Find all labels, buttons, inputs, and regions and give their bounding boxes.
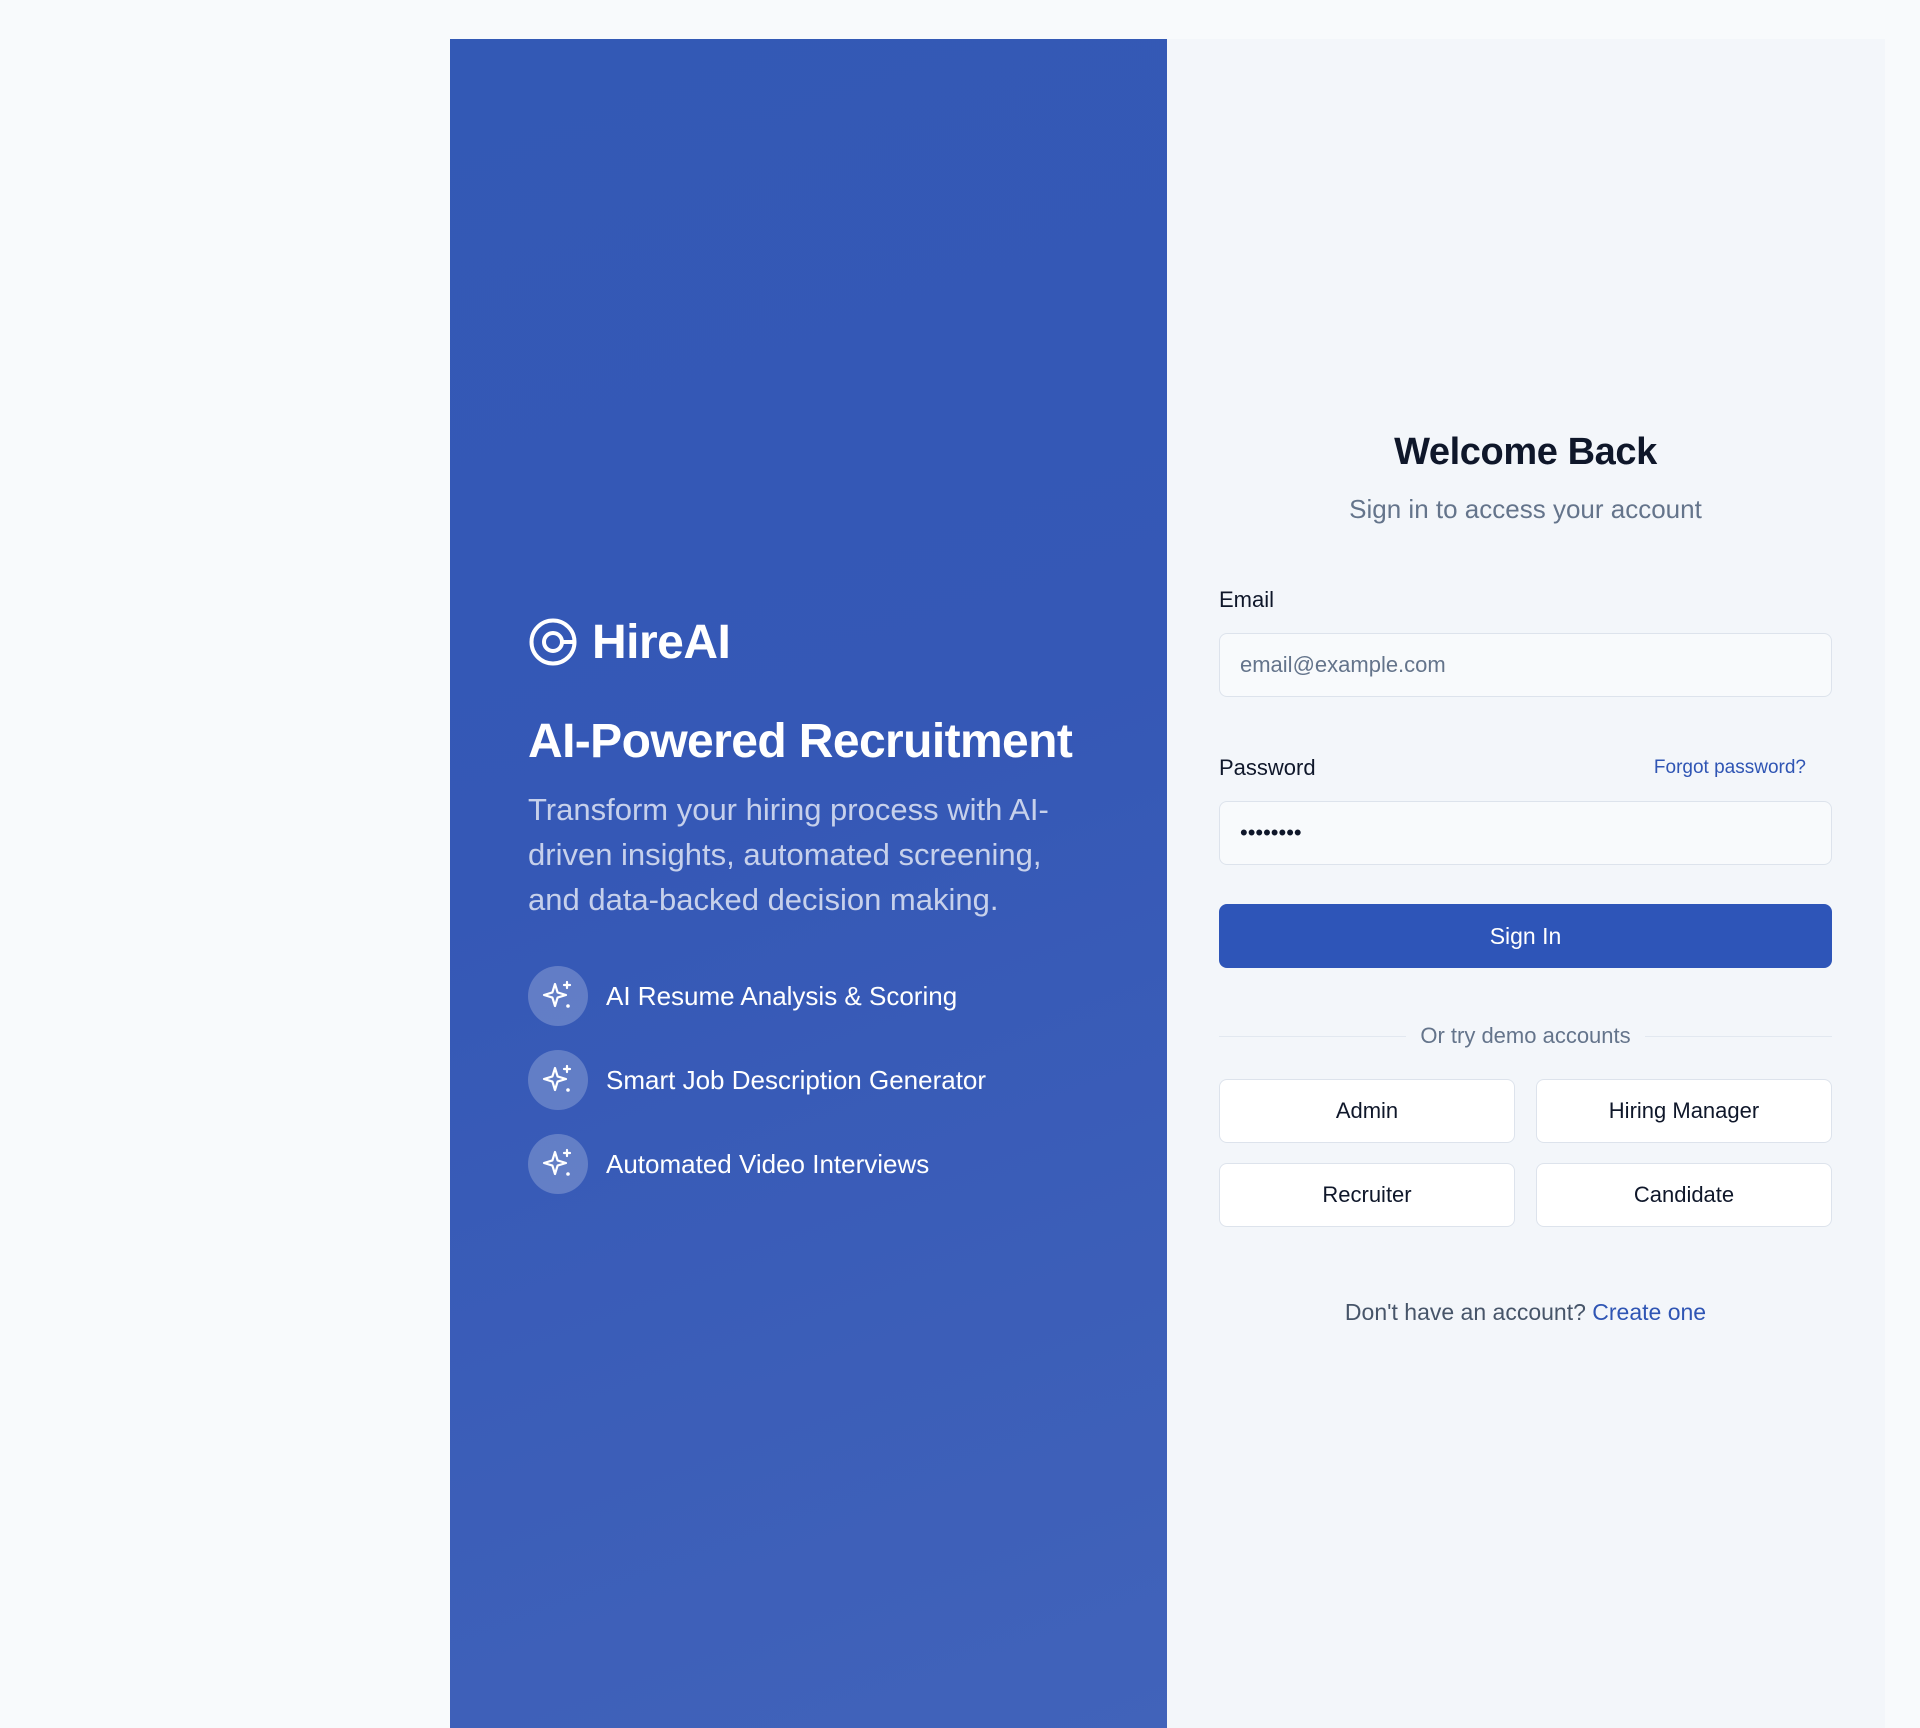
signup-text: Don't have an account? (1344, 1299, 1586, 1325)
target-logo-icon (528, 617, 578, 667)
sparkles-icon (528, 1050, 588, 1111)
demo-admin-button[interactable]: Admin (1219, 1079, 1515, 1143)
brand: HireAI (528, 614, 1088, 670)
feature-item: Automated Video Interviews (528, 1134, 1088, 1195)
login-panel: Welcome Back Sign in to access your acco… (1167, 39, 1885, 1728)
email-field[interactable] (1219, 633, 1832, 697)
feature-item: Smart Job Description Generator (528, 1050, 1088, 1111)
password-label-row: Password Forgot password? (1219, 755, 1832, 781)
demo-divider: Or try demo accounts (1219, 1022, 1832, 1050)
forgot-password-link[interactable]: Forgot password? (1654, 757, 1806, 779)
demo-accounts: Admin Hiring Manager Recruiter Candidate (1219, 1079, 1832, 1227)
password-field[interactable] (1219, 801, 1832, 865)
feature-label: AI Resume Analysis & Scoring (606, 980, 958, 1011)
feature-list: AI Resume Analysis & Scoring Smart Job D… (528, 966, 1088, 1195)
email-label-row: Email (1219, 587, 1832, 613)
demo-candidate-button[interactable]: Candidate (1536, 1163, 1832, 1227)
create-account-link[interactable]: Create one (1592, 1299, 1706, 1325)
brand-name: HireAI (592, 615, 731, 669)
signup-prompt: Don't have an account? Create one (1219, 1299, 1832, 1326)
email-label: Email (1219, 587, 1275, 612)
page-subtitle: Sign in to access your account (1349, 494, 1702, 524)
hero-tagline: Transform your hiring process with AI-dr… (528, 792, 1049, 918)
page-title: Welcome Back (1394, 431, 1657, 473)
login-form: Welcome Back Sign in to access your acco… (1219, 431, 1832, 1326)
hero-content: HireAI AI-Powered Recruitment Transform … (528, 614, 1088, 1218)
feature-label: Smart Job Description Generator (606, 1064, 987, 1095)
feature-item: AI Resume Analysis & Scoring (528, 966, 1088, 1027)
feature-label: Automated Video Interviews (606, 1148, 930, 1179)
sparkles-icon (528, 1134, 588, 1195)
hero-headline: AI-Powered Recruitment (528, 715, 1073, 768)
password-label: Password (1219, 755, 1316, 780)
sparkles-icon (528, 966, 588, 1027)
demo-hiring-manager-button[interactable]: Hiring Manager (1536, 1079, 1832, 1143)
demo-recruiter-button[interactable]: Recruiter (1219, 1163, 1515, 1227)
divider-text: Or try demo accounts (1406, 1023, 1645, 1049)
hero-panel: HireAI AI-Powered Recruitment Transform … (450, 39, 1167, 1728)
sign-in-button[interactable]: Sign In (1219, 904, 1832, 968)
login-shell: HireAI AI-Powered Recruitment Transform … (450, 39, 1885, 1728)
